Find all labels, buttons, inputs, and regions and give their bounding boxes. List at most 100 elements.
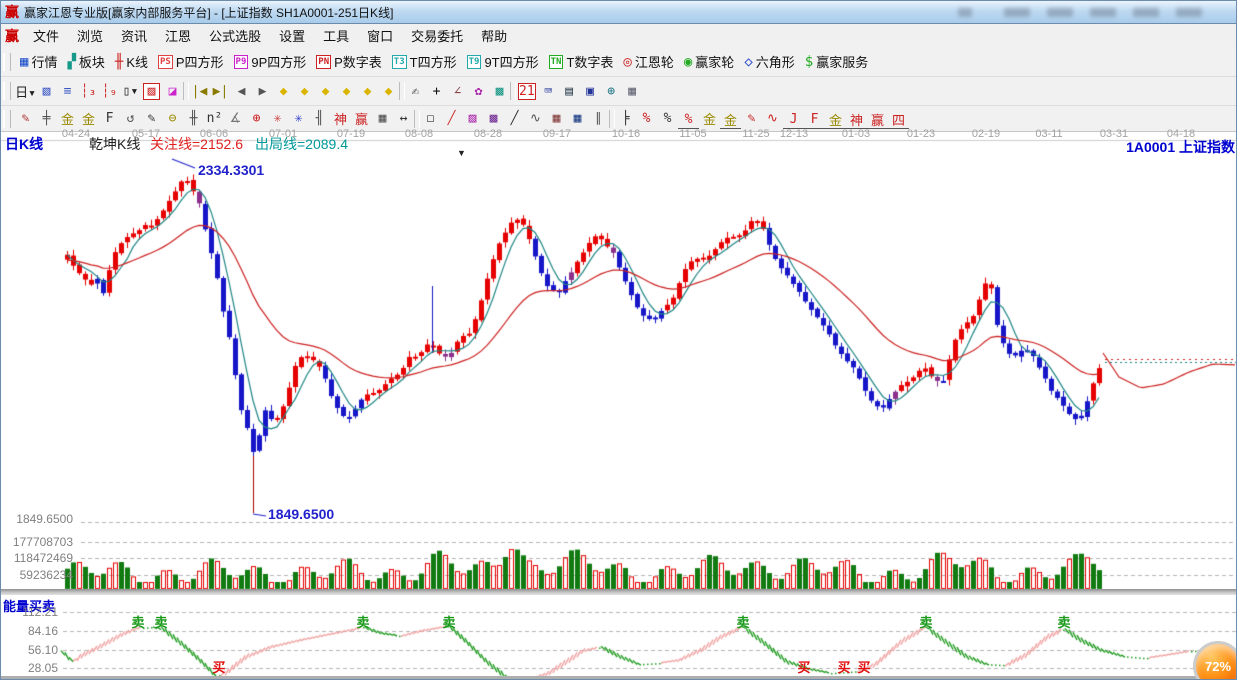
print-tool[interactable]: ▦ [622,81,643,101]
percent-t-tool[interactable]: % [636,109,657,129]
scale-tool[interactable]: ╞ [615,109,636,129]
hexagon-button[interactable]: ◇ 六角形 [739,51,799,72]
web-tool[interactable]: ⊕ [601,81,622,101]
t-number-table-button[interactable]: TN T数字表 [544,51,619,72]
9t-square-button[interactable]: T9 9T四方形 [462,51,544,72]
menu-news[interactable]: 资讯 [112,24,156,47]
gann-diamond-all[interactable]: ◆ [378,81,399,101]
shen-angle-tool[interactable]: 神 [846,112,867,129]
gann-flower-tool[interactable]: ✿ [468,81,489,101]
gold-angle-tool[interactable]: 金 [825,112,846,129]
menu-trade-orders[interactable]: 交易委托 [402,24,472,47]
menu-browse[interactable]: 浏览 [68,24,112,47]
f-ruler-tool[interactable]: F [99,109,120,129]
chart-3-tool[interactable]: ┆₃ [78,81,99,101]
brush-tool[interactable]: ✎ [15,109,36,129]
wave-tool[interactable]: ∿ [525,109,546,129]
web-red-tool[interactable]: ✳ [267,109,288,129]
chart-9-tool[interactable]: ┆₉ [99,81,120,101]
menu-settings[interactable]: 设置 [270,24,314,47]
bottom-scrollbar[interactable] [1,676,1237,680]
step-forward-button[interactable]: ▶ [252,81,273,101]
panel-splitter[interactable] [1,589,1237,595]
angle-tool[interactable]: ∠ [447,81,468,101]
step-back-button[interactable]: ◀ [231,81,252,101]
toolbar-grip[interactable] [3,53,11,71]
crosshair-tool[interactable]: + [426,81,447,101]
kline-button[interactable]: ╫ K线 [110,51,153,72]
9p-square-button[interactable]: P9 9P四方形 [229,51,312,72]
slant-lines-tool[interactable]: ∥ [588,109,609,129]
angle-ruler-tool[interactable]: ∡ [225,109,246,129]
toolbar-separator[interactable] [510,82,516,100]
gold-circle-tool[interactable]: 金 [699,109,720,129]
fan-box-tool[interactable]: ▨ [462,109,483,129]
chevron-down-icon[interactable]: ▼ [457,148,466,158]
j-angle-tool[interactable]: J [783,112,804,129]
gann-diamond-h[interactable]: ◆ [315,81,336,101]
spiral-tool[interactable]: ↺ [120,109,141,129]
four-angle-tool[interactable]: 四 [888,112,909,129]
percent-line-tool[interactable]: % [678,112,699,129]
notes-tool[interactable]: ▤ [559,81,580,101]
zoom-region-tool[interactable]: ▧ [36,81,57,101]
fan-lines-tool[interactable]: ╱ [441,109,462,129]
gann-wheel-button[interactable]: ◎ 江恩轮 [618,51,678,72]
trend-line-tool[interactable]: ╱ [504,109,525,129]
go-first-button[interactable]: |◀ [189,81,210,101]
pattern-tool[interactable]: ▨ [143,83,160,100]
n-square-tool[interactable]: n² [204,109,225,129]
go-last-button[interactable]: ▶| [210,81,231,101]
gold-line-tool[interactable]: 金 [720,112,741,129]
grid-123-tool[interactable]: ▦ [372,109,393,129]
grid-ruler-tool[interactable]: ╪ [36,109,57,129]
p-number-table-button[interactable]: PN P数字表 [311,51,387,72]
gold-grid-tool[interactable]: 金 [57,109,78,129]
menu-file[interactable]: 文件 [24,24,68,47]
candle-style-dropdown[interactable]: ▯▾ [120,81,141,101]
sectors-button[interactable]: ▞ 板块 [62,51,109,72]
win-grid-tool[interactable]: 赢 [351,109,372,129]
shen-grid-tool[interactable]: 神 [330,109,351,129]
gann-diamond-hv[interactable]: ◆ [336,81,357,101]
winner-service-button[interactable]: $ 赢家服务 [800,51,873,72]
web-blue-tool[interactable]: ✳ [288,109,309,129]
toolbar-grip[interactable] [3,110,11,128]
circle-ruler-tool[interactable]: ⊖ [162,109,183,129]
t-square-button[interactable]: T3 T四方形 [387,51,462,72]
web-box-tool[interactable]: ▩ [483,109,504,129]
gann-diamond-star[interactable]: ◆ [357,81,378,101]
calculator-tool[interactable]: ⌨ [538,81,559,101]
hand-tool[interactable]: ✍ [405,81,426,101]
p-square-button[interactable]: PS P四方形 [153,51,229,72]
gann-diamond-right[interactable]: ◆ [294,81,315,101]
marker-tool[interactable]: ✎ [141,109,162,129]
quotes-button[interactable]: ▦ 行情 [15,51,62,72]
save-tool[interactable]: ▣ [580,81,601,101]
info-panel-tool[interactable]: ≡ [57,81,78,101]
brush-k-tool[interactable]: ✎ [741,109,762,129]
box-range-tool[interactable]: ◻ [420,109,441,129]
menu-tools[interactable]: 工具 [314,24,358,47]
grid-red-tool[interactable]: ▦ [546,109,567,129]
channel-tool[interactable]: ∿ [762,109,783,129]
gann-grid-tool[interactable]: ▩ [489,81,510,101]
comb-ruler-tool[interactable]: ╫ [183,109,204,129]
winner-wheel-button[interactable]: ◉ 赢家轮 [679,51,739,72]
win-angle-tool[interactable]: 赢 [867,112,888,129]
menu-gann[interactable]: 江恩 [156,24,200,47]
grid-blue-tool[interactable]: ▦ [567,109,588,129]
volume-profile-tool[interactable]: ◪ [162,81,183,101]
gold-grid2-tool[interactable]: 金 [78,109,99,129]
f-angle-tool[interactable]: F [804,112,825,129]
toolbar-grip[interactable] [3,82,11,100]
menu-formula-picker[interactable]: 公式选股 [200,24,270,47]
percent-tool[interactable]: % [657,109,678,129]
gann-diamond-left[interactable]: ◆ [273,81,294,101]
target-tool[interactable]: ⊕ [246,109,267,129]
span-tool[interactable]: ↔ [393,109,414,129]
menu-help[interactable]: 帮助 [472,24,516,47]
calendar-tool[interactable]: 21 [518,83,536,100]
bars-tool[interactable]: ╢ [309,109,330,129]
menu-window[interactable]: 窗口 [358,24,402,47]
